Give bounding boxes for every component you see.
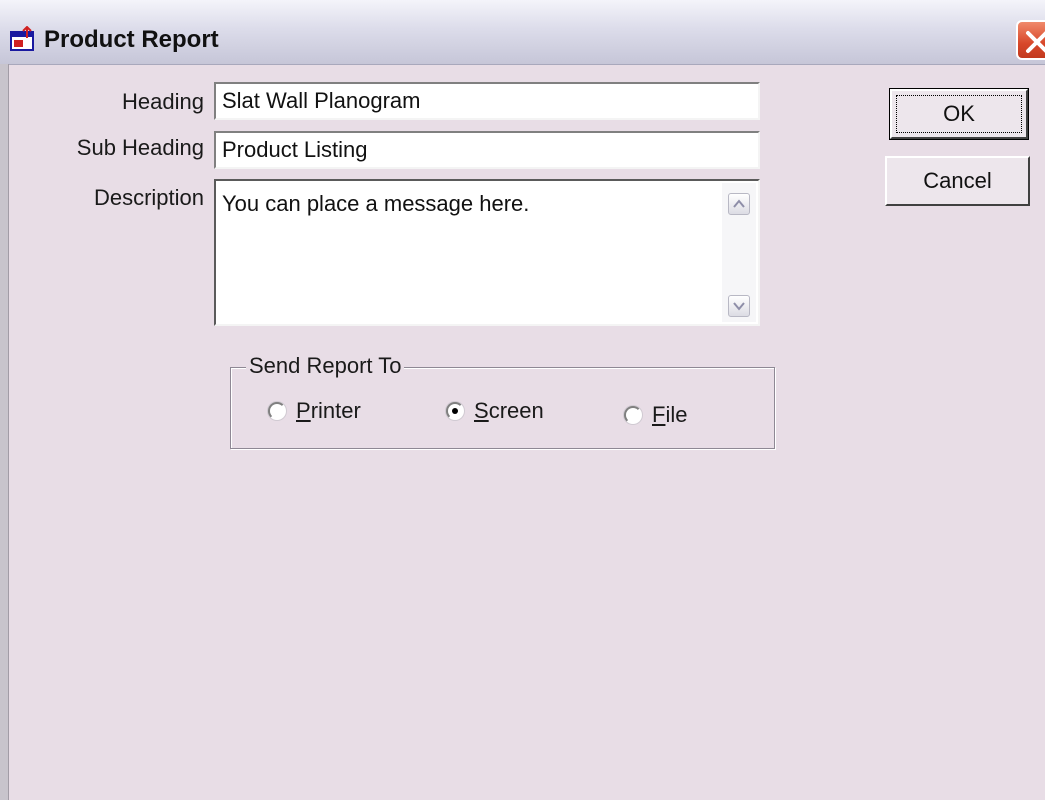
report-window-icon xyxy=(10,26,34,51)
focus-indicator xyxy=(896,95,1022,133)
title-bar[interactable]: Product Report xyxy=(0,0,1045,65)
window-frame-left xyxy=(0,64,9,800)
description-textarea[interactable]: You can place a message here. xyxy=(214,179,760,326)
send-report-to-legend: Send Report To xyxy=(246,353,405,379)
heading-input[interactable]: Slat Wall Planogram xyxy=(214,82,760,120)
radio-printer-label: Printer xyxy=(296,398,361,423)
sub-heading-input[interactable]: Product Listing xyxy=(214,131,760,169)
radio-screen[interactable]: Screen xyxy=(446,398,544,424)
scroll-down-arrow-icon xyxy=(733,302,745,311)
radio-file-label: File xyxy=(652,402,688,427)
cancel-button[interactable]: Cancel xyxy=(885,156,1030,206)
heading-label: Heading xyxy=(122,89,204,114)
scroll-up-button[interactable] xyxy=(728,193,750,215)
ok-button[interactable]: OK xyxy=(889,88,1029,140)
close-icon xyxy=(1026,31,1045,53)
description-scrollbar[interactable] xyxy=(722,183,756,322)
product-report-dialog: Product Report Heading Slat Wall Planogr… xyxy=(0,0,1045,800)
radio-screen-label: Screen xyxy=(474,398,544,423)
radio-file-circle xyxy=(624,406,642,424)
radio-selected-dot xyxy=(452,408,458,414)
scroll-up-arrow-icon xyxy=(733,199,745,208)
radio-printer-circle xyxy=(268,402,286,420)
radio-screen-circle xyxy=(446,402,464,420)
cancel-button-label: Cancel xyxy=(923,168,992,193)
description-text: You can place a message here. xyxy=(222,191,530,216)
close-button[interactable] xyxy=(1016,20,1045,60)
radio-file[interactable]: File xyxy=(624,402,687,428)
description-label: Description xyxy=(93,185,204,210)
radio-printer[interactable]: Printer xyxy=(268,398,361,424)
scroll-down-button[interactable] xyxy=(728,295,750,317)
window-title: Product Report xyxy=(44,26,219,53)
sub-heading-label: Sub Heading xyxy=(76,135,204,160)
